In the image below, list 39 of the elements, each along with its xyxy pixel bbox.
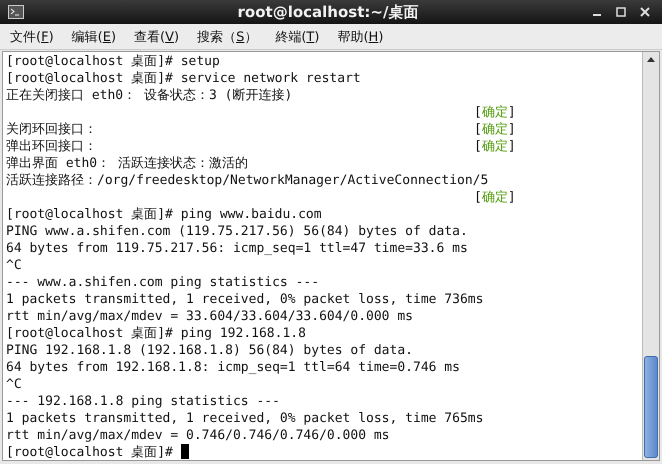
- scroll-up-icon[interactable]: [646, 55, 656, 63]
- status-label: [确定]: [474, 121, 516, 138]
- status-label: [确定]: [474, 104, 516, 121]
- terminal-line: rtt min/avg/max/mdev = 33.604/33.604/33.604/0.000 ms: [6, 308, 413, 325]
- menu-item[interactable]: 搜索（S）: [195, 26, 260, 46]
- status-label: [确定]: [474, 189, 516, 206]
- terminal-line: [root@localhost 桌面]# setup: [6, 53, 220, 70]
- menu-item[interactable]: 查看(V): [132, 26, 182, 46]
- terminal-line: [root@localhost 桌面]# service network restart: [6, 70, 361, 87]
- terminal-line: [root@localhost 桌面]#: [6, 444, 189, 461]
- terminal-line: ^C: [6, 257, 22, 274]
- terminal-line: [root@localhost 桌面]# ping www.baidu.com: [6, 206, 322, 223]
- terminal-line: 64 bytes from 192.168.1.8: icmp_seq=1 ttl=64 time=0.746 ms: [6, 359, 460, 376]
- terminal-line: 正在关闭接口 eth0： 设备状态：3 (断开连接): [6, 87, 292, 104]
- terminal-line: PING 192.168.1.8 (192.168.1.8) 56(84) bytes of data.: [6, 342, 413, 359]
- status-label: [确定]: [474, 138, 516, 155]
- scrollbar[interactable]: [642, 52, 659, 460]
- terminal-line: ^C: [6, 376, 22, 393]
- close-icon[interactable]: [640, 7, 650, 17]
- terminal-line: rtt min/avg/max/mdev = 0.746/0.746/0.746/0.000 ms: [6, 427, 390, 444]
- scroll-thumb[interactable]: [644, 356, 658, 458]
- menu-item[interactable]: 编辑(E): [70, 26, 118, 46]
- terminal-line: 活跃连接路径：/org/freedesktop/NetworkManager/ActiveConnection/5: [6, 172, 488, 189]
- terminal-line: 弹出环回接口：: [6, 138, 98, 155]
- terminal-line: 64 bytes from 119.75.217.56: icmp_seq=1 ttl=47 time=33.6 ms: [6, 240, 468, 257]
- menu-item[interactable]: 帮助(H): [335, 26, 386, 46]
- menu-item[interactable]: 終端(T): [273, 26, 322, 46]
- terminal-line: [root@localhost 桌面]# ping 192.168.1.8: [6, 325, 306, 342]
- terminal-icon: [8, 5, 24, 19]
- terminal-line: 1 packets transmitted, 1 received, 0% packet loss, time 736ms: [6, 291, 484, 308]
- terminal-line: PING www.a.shifen.com (119.75.217.56) 56(84) bytes of data.: [6, 223, 468, 240]
- window-title: root@localhost:~/桌面: [236, 2, 420, 22]
- terminal-line: --- www.a.shifen.com ping statistics ---: [6, 274, 320, 291]
- terminal-line: 关闭环回接口：: [6, 121, 98, 138]
- terminal-line: 弹出界面 eth0： 活跃连接状态：激活的: [6, 155, 248, 172]
- terminal-line: --- 192.168.1.8 ping statistics ---: [6, 393, 280, 410]
- terminal-line: 1 packets transmitted, 1 received, 0% packet loss, time 765ms: [6, 410, 484, 427]
- menu-item[interactable]: 文件(F): [8, 26, 56, 46]
- maximize-icon[interactable]: [616, 7, 626, 17]
